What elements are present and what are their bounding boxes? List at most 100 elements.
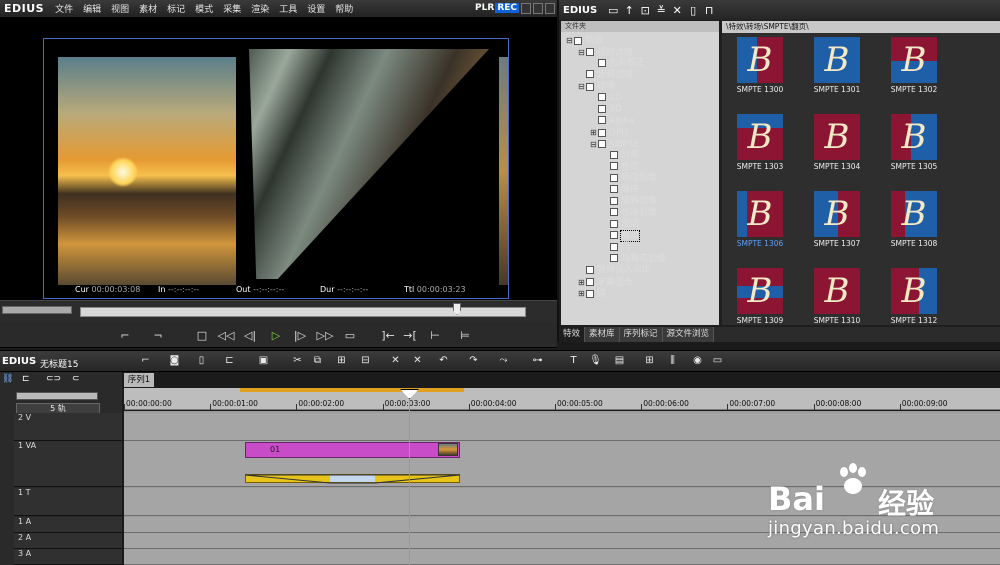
tree-node[interactable]: 带边划像 — [602, 173, 657, 185]
new-folder-icon[interactable]: ⊡ — [637, 4, 653, 17]
up-folder-icon[interactable]: ↑ — [621, 4, 637, 17]
tree-node[interactable]: 音频淡入淡出 — [578, 265, 651, 277]
overwrite-icon[interactable]: →[ — [400, 326, 420, 344]
tree-node[interactable]: 马赛克划像 — [602, 254, 666, 266]
maximize-icon[interactable] — [533, 3, 543, 14]
step-forward-icon[interactable]: |▷ — [290, 326, 310, 344]
fast-forward-icon[interactable]: ▷▷ — [315, 326, 335, 344]
play-icon[interactable]: ▷ — [266, 326, 286, 344]
tree-node[interactable]: ⊞ GPU — [590, 127, 628, 139]
minimize-icon[interactable] — [521, 3, 531, 14]
expand-icon[interactable]: ⊞ — [578, 277, 586, 289]
menu-tools[interactable]: 工具 — [274, 2, 302, 15]
redo-icon[interactable]: ↷ — [466, 354, 481, 368]
effect-thumbnail[interactable]: B — [814, 37, 860, 83]
magnet-icon[interactable]: ⊏ — [22, 374, 36, 384]
cut-icon[interactable]: ✂ — [290, 354, 305, 368]
save-icon[interactable]: ▣ — [256, 354, 271, 368]
grid-icon[interactable]: ⊞ — [642, 354, 657, 368]
effect-thumbnail[interactable]: B — [891, 191, 937, 237]
render-icon[interactable]: ▤ — [612, 354, 627, 368]
new-icon[interactable]: ▯ — [194, 354, 209, 368]
stop-icon[interactable]: □ — [192, 326, 212, 344]
menu-clip[interactable]: 素材 — [134, 2, 162, 15]
track-header[interactable]: 2 A — [14, 533, 122, 549]
expand-icon[interactable]: ⊞ — [590, 127, 598, 139]
track-link-icon[interactable]: ⛓ — [2, 374, 16, 384]
microphone-icon[interactable]: 🎙 — [588, 354, 603, 368]
tree-node[interactable]: 3D — [590, 104, 622, 116]
player-mode[interactable]: PLR REC — [475, 3, 519, 13]
menu-view[interactable]: 视图 — [106, 2, 134, 15]
track-header[interactable]: 1 T — [14, 488, 122, 516]
menu-help[interactable]: 帮助 — [330, 2, 358, 15]
track-header[interactable]: 1 A — [14, 517, 122, 533]
effect-thumbnail[interactable]: B — [814, 268, 860, 314]
sync-lock-icon[interactable]: ⊶ — [530, 354, 545, 368]
effect-thumbnail[interactable]: B — [814, 114, 860, 160]
tree-node[interactable]: 2D — [590, 93, 622, 105]
trim-icon[interactable]: ⊢ — [425, 326, 445, 344]
tree-node[interactable]: 音频滤镜 — [578, 70, 633, 82]
replace-icon[interactable]: ⊟ — [358, 354, 373, 368]
effect-thumbnail[interactable]: B — [891, 268, 937, 314]
sync-icon[interactable]: ⊨ — [455, 326, 475, 344]
tree-node[interactable]: Alpha — [590, 116, 635, 128]
expand-icon[interactable]: ⊞ — [578, 288, 586, 300]
mode-icon[interactable]: ⌐ — [138, 354, 153, 368]
shuttle-slider[interactable] — [2, 306, 72, 314]
menu-file[interactable]: 文件 — [50, 2, 78, 15]
layout-icon[interactable]: ▭ — [710, 354, 725, 368]
tab-effects[interactable]: 特效 — [559, 327, 586, 342]
menu-render[interactable]: 渲染 — [246, 2, 274, 15]
tree-node[interactable]: 推挤 — [602, 185, 639, 197]
expand-icon[interactable]: ⊟ — [578, 81, 586, 93]
record-icon[interactable]: ◉ — [690, 354, 705, 368]
set-in-icon[interactable]: ⌐ — [115, 326, 135, 344]
rec-label[interactable]: REC — [495, 3, 519, 13]
tab-source-browser[interactable]: 源文件浏览 — [662, 327, 715, 342]
mixer-icon[interactable]: ⫼ — [665, 354, 680, 368]
effect-thumbnail[interactable]: B — [891, 37, 937, 83]
effect-thumbnail[interactable]: B — [737, 268, 783, 314]
sequence-tab[interactable]: 序列1 — [124, 373, 154, 387]
ripple-delete-icon[interactable]: ✕ — [410, 354, 425, 368]
tree-node[interactable]: 分离 — [602, 150, 639, 162]
camera-icon[interactable]: ◙ — [167, 354, 182, 368]
ripple-icon[interactable]: ⤳ — [496, 354, 511, 368]
tree-node[interactable]: 旋转划像 — [602, 196, 657, 208]
step-back-icon[interactable]: ◁| — [240, 326, 260, 344]
tree-node[interactable]: ⊞ 键 — [578, 288, 606, 300]
effect-thumbnail[interactable]: B — [737, 37, 783, 83]
open-icon[interactable]: ⊏ — [222, 354, 237, 368]
tree-node[interactable]: ⊟ 转场 — [578, 81, 615, 93]
close-icon[interactable] — [545, 3, 555, 14]
view-mode-icon[interactable]: ≚ — [653, 4, 669, 17]
effect-thumbnail[interactable]: B — [814, 191, 860, 237]
track-header[interactable]: 2 V — [14, 413, 122, 441]
menu-capture[interactable]: 采集 — [218, 2, 246, 15]
tree-node[interactable]: ⊟ 视频滤镜 — [578, 47, 633, 59]
track-row[interactable] — [124, 413, 1000, 441]
tree-node[interactable]: 卷页 — [602, 162, 639, 174]
tree-node[interactable]: ⊟ SMPTE — [590, 139, 639, 151]
tree-node[interactable]: 门 — [602, 242, 630, 254]
undo-icon[interactable]: ↶ — [436, 354, 451, 368]
track-header[interactable]: 3 A — [14, 549, 122, 565]
properties-icon[interactable]: ▯ — [685, 4, 701, 17]
delete-icon[interactable]: ✕ — [669, 4, 685, 17]
loop-icon[interactable]: ▭ — [340, 326, 360, 344]
expand-icon[interactable]: ⊟ — [590, 139, 598, 151]
tree-node[interactable]: ⊟ 特效 — [566, 35, 603, 47]
menu-marker[interactable]: 标记 — [162, 2, 190, 15]
folder-icon[interactable]: ▭ — [605, 4, 621, 17]
tree-node[interactable]: 色彩校正 — [590, 58, 645, 70]
lock-icon[interactable]: ⊓ — [701, 4, 717, 17]
tab-sequence-markers[interactable]: 序列标记 — [619, 327, 663, 342]
effect-thumbnail[interactable]: B — [891, 114, 937, 160]
expand-icon[interactable]: ⊟ — [578, 47, 586, 59]
loop-track-icon[interactable]: ⊂ — [72, 374, 88, 384]
paste-icon[interactable]: ⊞ — [334, 354, 349, 368]
title-icon[interactable]: T — [566, 354, 581, 368]
track-zoom-slider[interactable] — [16, 392, 98, 400]
